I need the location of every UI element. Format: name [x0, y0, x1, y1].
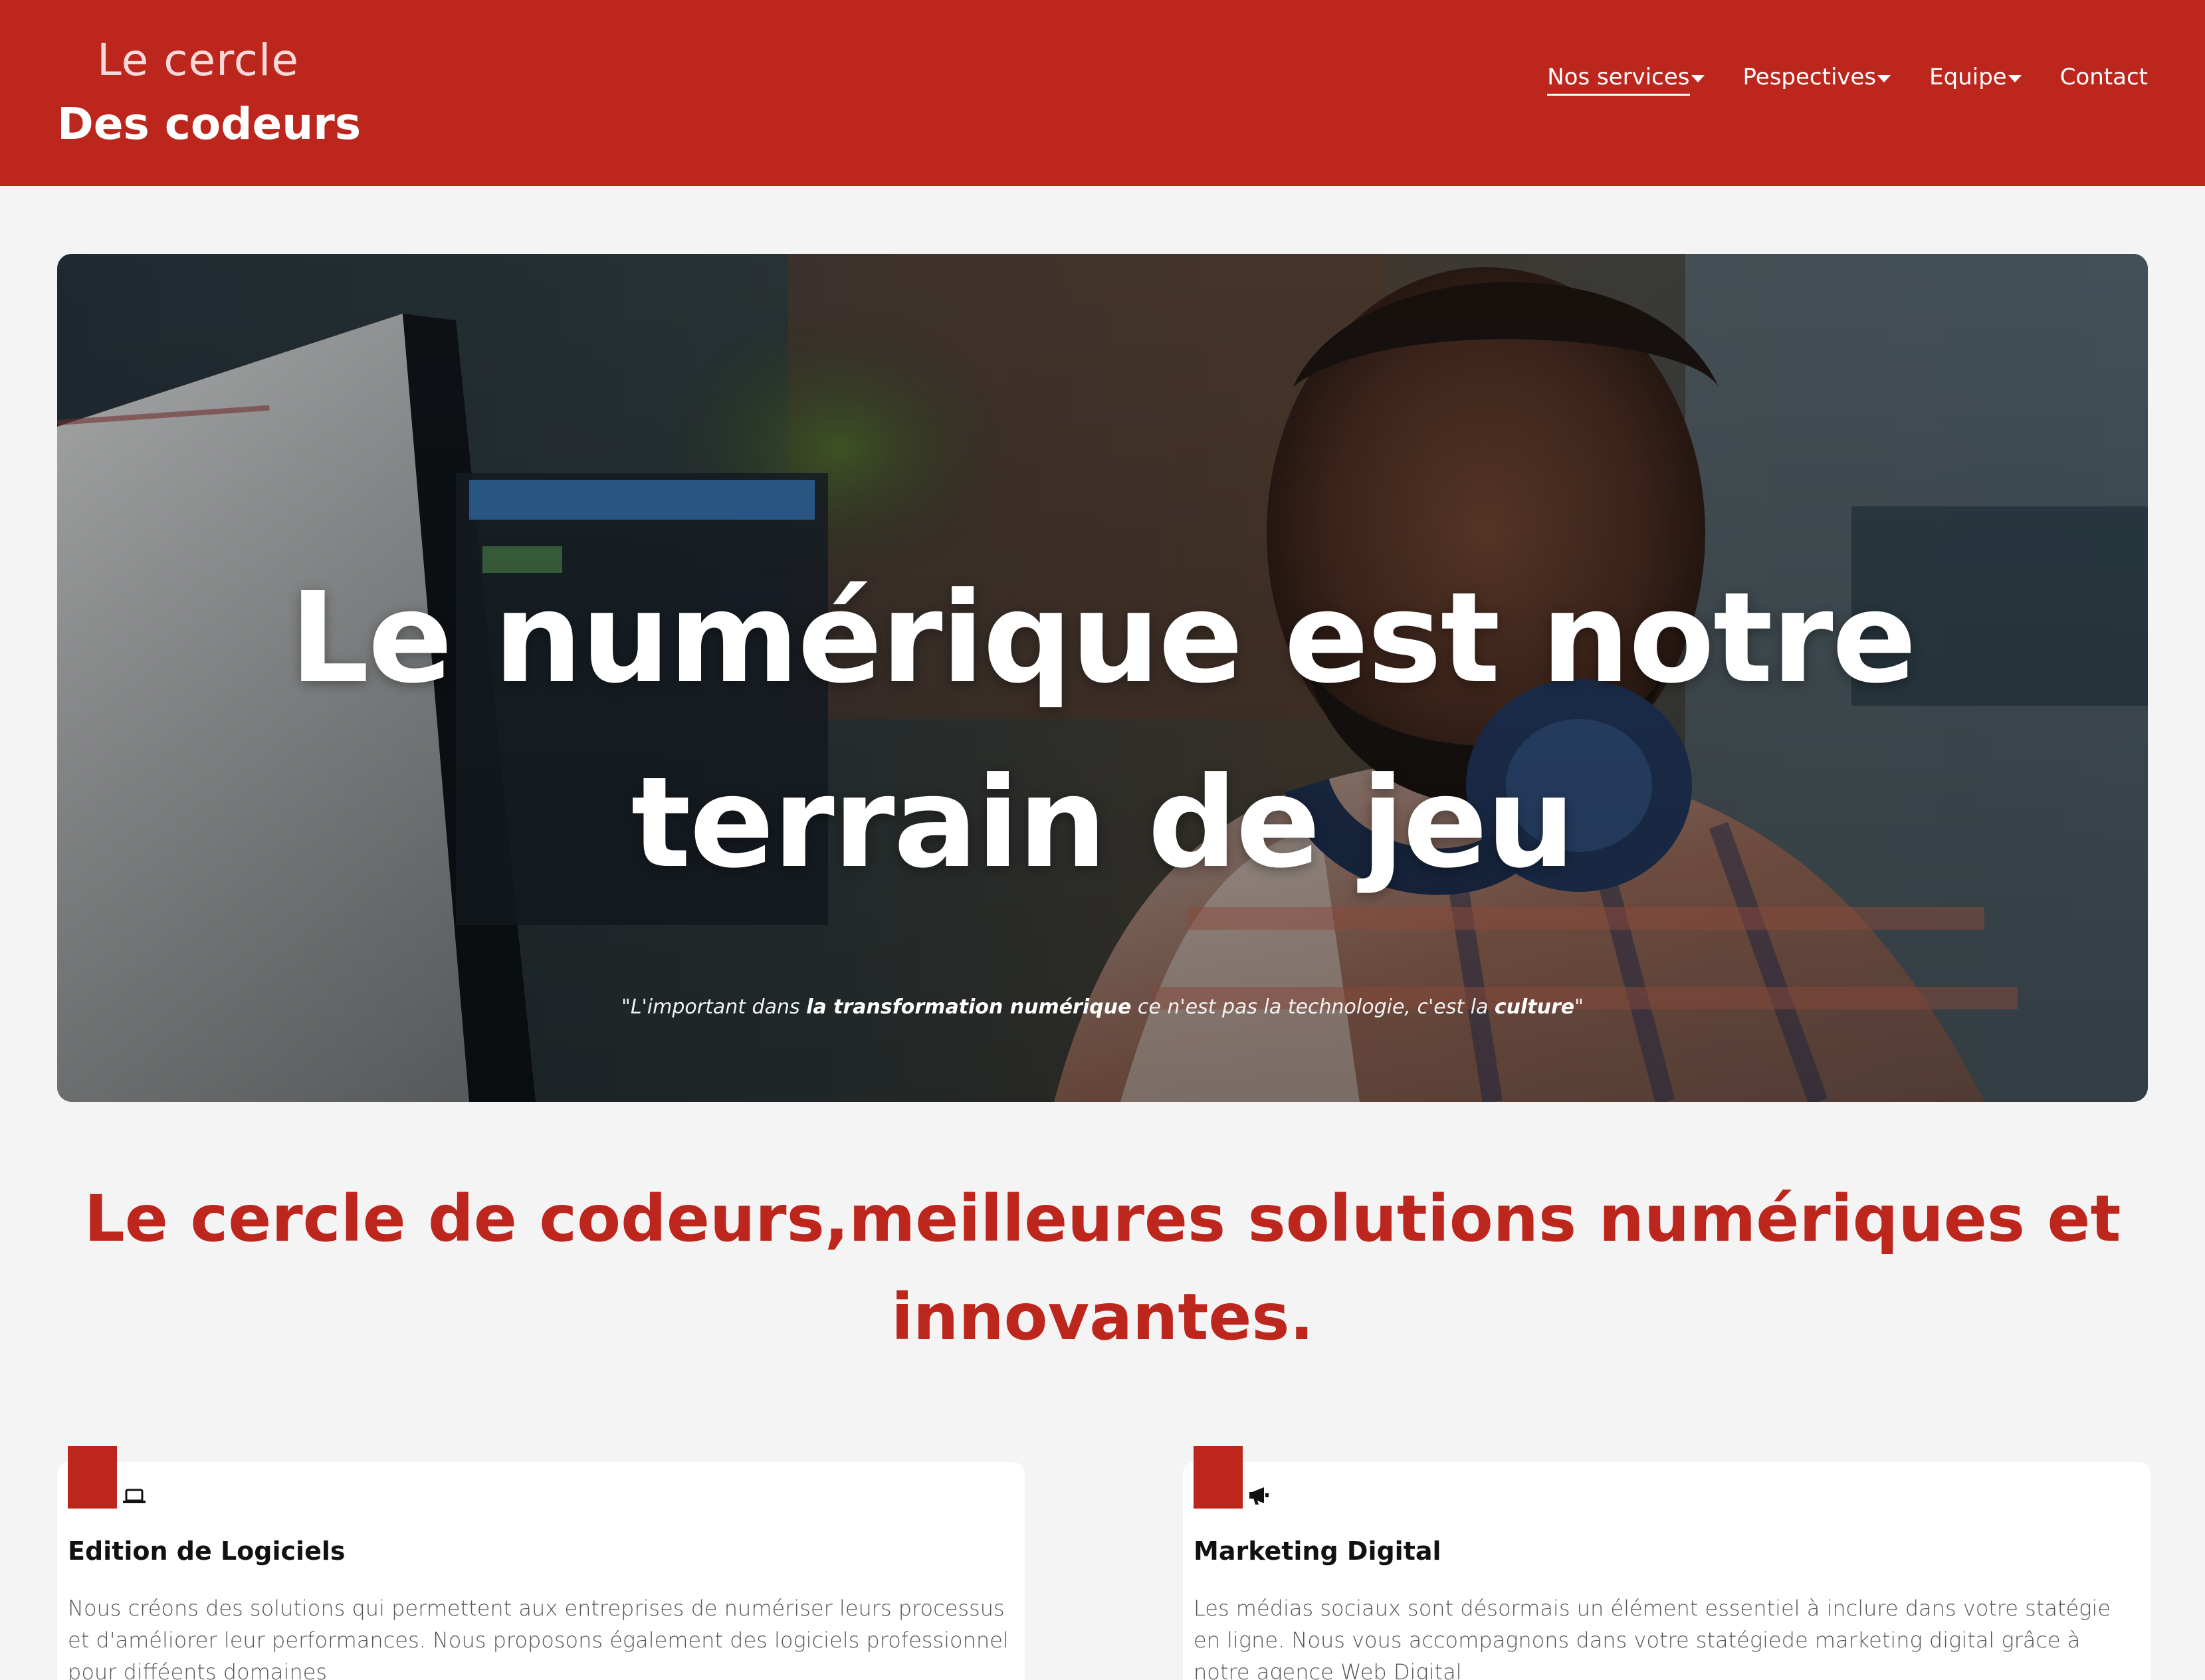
megaphone-icon — [1249, 1487, 1269, 1505]
main-nav: Nos services Pespectives Equipe Contact — [1547, 64, 2148, 96]
caret-down-icon — [2008, 74, 2022, 82]
nav-item-nos-services[interactable]: Nos services — [1547, 64, 1705, 96]
card-description: Nous créons des solutions qui permettent… — [68, 1596, 1009, 1680]
quote-text: "L'important dans — [621, 996, 807, 1019]
quote-text: " — [1574, 996, 1584, 1019]
caret-down-icon — [1877, 74, 1891, 82]
laptop-icon — [123, 1489, 146, 1503]
card-accent-flag — [1194, 1446, 1243, 1509]
quote-text: ce n'est pas la technologie, c'est la — [1131, 996, 1495, 1019]
nav-item-equipe[interactable]: Equipe — [1929, 64, 2022, 90]
hero-banner: Le numérique est notre terrain de jeu "L… — [57, 254, 2148, 1102]
service-card-edition-logiciels: Edition de Logiciels Nous créons des sol… — [57, 1446, 1025, 1680]
nav-item-label: Pespectives — [1742, 64, 1877, 90]
hero-quote: "L'important dans la transformation numé… — [57, 996, 2148, 1019]
section-tagline: Le cercle de codeurs,meilleures solution… — [84, 1182, 2121, 1354]
card-description: Les médias sociaux sont désormais un élé… — [1194, 1596, 2111, 1680]
quote-emphasis: culture — [1494, 996, 1575, 1019]
service-card-marketing-digital: Marketing Digital Les médias sociaux son… — [1183, 1446, 2151, 1680]
quote-emphasis: la transformation numérique — [806, 996, 1132, 1019]
nav-item-label: Contact — [2059, 64, 2148, 90]
caret-down-icon — [1691, 74, 1705, 82]
card-title: Marketing Digital — [1194, 1536, 1441, 1566]
logo-line-1[interactable]: Le cercle — [97, 35, 299, 86]
site-header: Le cercle Des codeurs Nos services Pespe… — [0, 0, 2205, 186]
logo-line-2[interactable]: Des codeurs — [57, 98, 361, 150]
hero-title: Le numérique est notre terrain de jeu — [289, 566, 1917, 896]
card-accent-flag — [68, 1446, 117, 1509]
nav-item-pespectives[interactable]: Pespectives — [1743, 64, 1891, 90]
nav-item-label: Equipe — [1929, 64, 2007, 90]
card-title: Edition de Logiciels — [68, 1536, 346, 1566]
nav-item-label: Nos services — [1547, 64, 1690, 96]
nav-item-contact[interactable]: Contact — [2060, 64, 2148, 90]
